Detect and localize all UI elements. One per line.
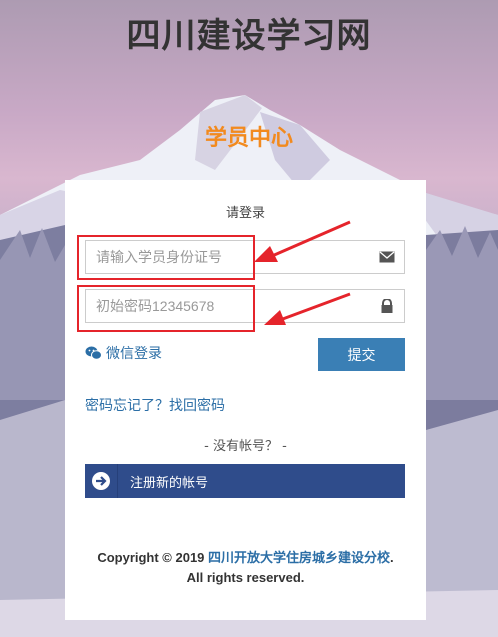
annotation-highlight-username bbox=[77, 235, 255, 280]
lock-icon bbox=[381, 299, 393, 313]
arrow-right-circle-icon bbox=[92, 472, 110, 490]
annotation-arrow-username bbox=[254, 220, 351, 262]
register-icon-box bbox=[85, 464, 118, 498]
wechat-login-link[interactable]: 微信登录 bbox=[85, 343, 162, 363]
forgot-password-link[interactable]: 密码忘记了？找回密码 bbox=[85, 395, 225, 415]
wechat-icon bbox=[85, 346, 102, 360]
rights-text: All rights reserved. bbox=[186, 570, 305, 585]
page-subtitle: 学员中心 bbox=[204, 126, 293, 151]
copyright-prefix: Copyright © 2019 bbox=[97, 550, 209, 565]
site-title: 四川建设学习网 bbox=[126, 16, 372, 56]
annotation-arrow-password bbox=[264, 292, 351, 325]
wechat-login-label: 微信登录 bbox=[106, 346, 162, 362]
register-button[interactable]: 注册新的帐号 bbox=[85, 464, 405, 498]
login-heading: 请登录 bbox=[225, 206, 265, 221]
envelope-icon bbox=[379, 251, 395, 263]
submit-button[interactable]: 提交 bbox=[318, 338, 405, 371]
annotation-highlight-password bbox=[77, 285, 255, 332]
login-panel: 请登录 微信登录 提交 密码忘记了？找回密码 - 没有帐 bbox=[65, 180, 426, 620]
no-account-text: - 没有帐号？ - bbox=[204, 439, 287, 454]
copyright-suffix: . bbox=[390, 550, 394, 565]
org-link[interactable]: 四川开放大学住房城乡建设分校 bbox=[208, 550, 390, 565]
register-label: 注册新的帐号 bbox=[130, 475, 209, 491]
copyright: Copyright © 2019 四川开放大学住房城乡建设分校. All rig… bbox=[65, 548, 426, 588]
